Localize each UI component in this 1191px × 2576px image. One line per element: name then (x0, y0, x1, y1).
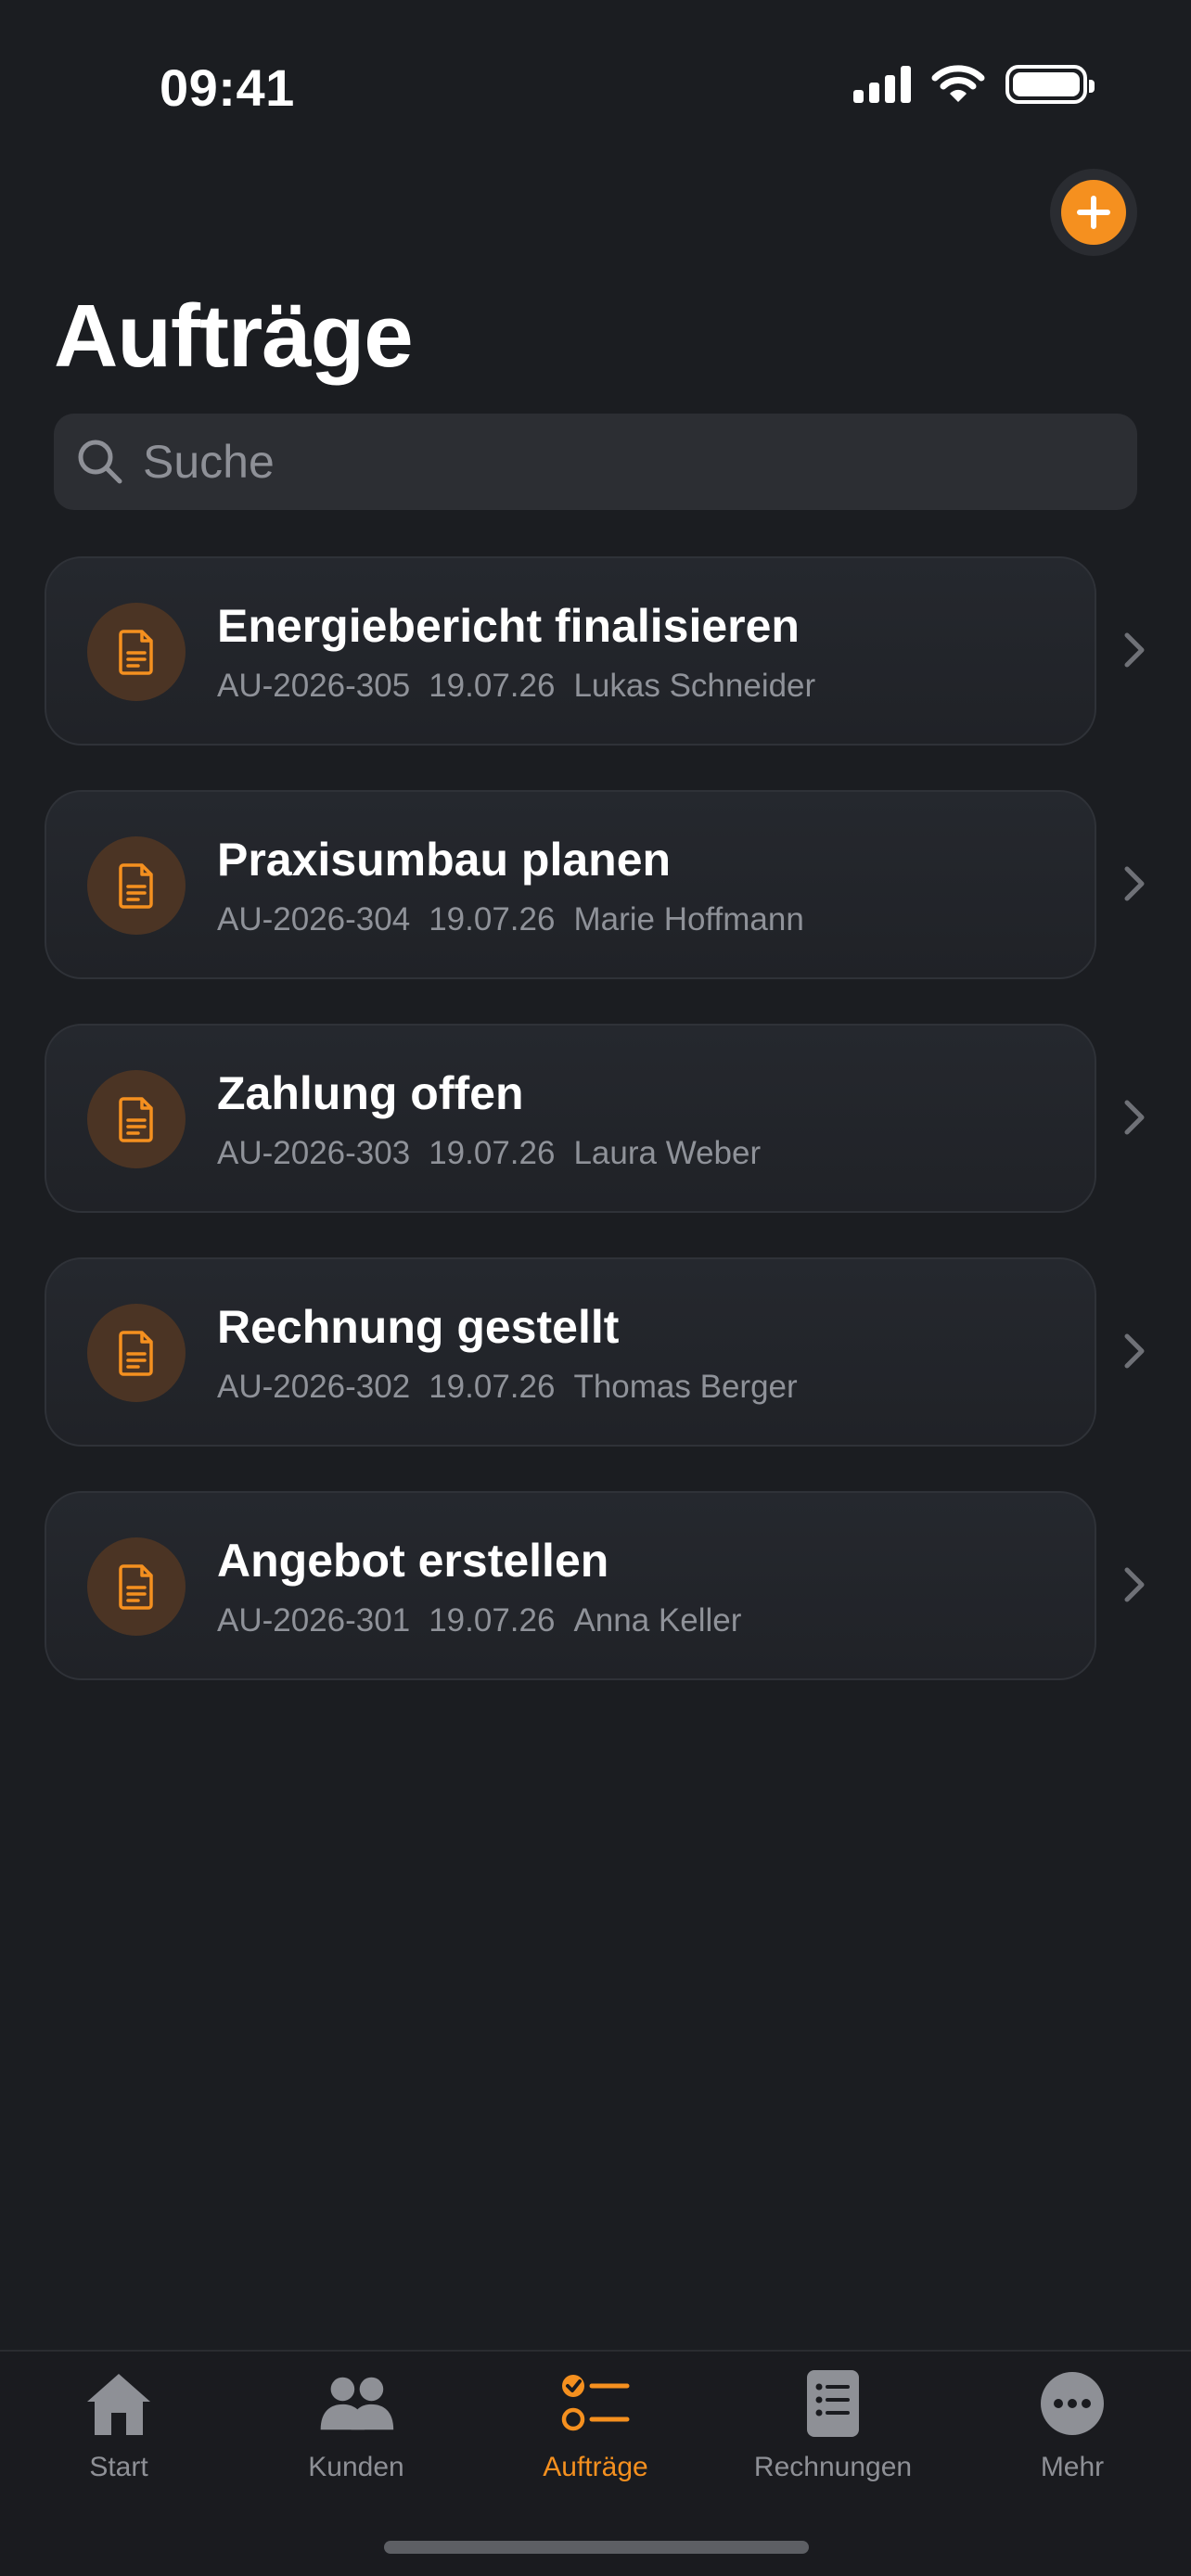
order-row[interactable]: Rechnung gestellt AU-2026-302 19.07.26 T… (0, 1257, 1191, 1491)
order-row[interactable]: Angebot erstellen AU-2026-301 19.07.26 A… (0, 1491, 1191, 1725)
add-order-button[interactable] (1050, 169, 1137, 256)
tab-label: Rechnungen (753, 2452, 913, 2482)
plus-icon (1077, 196, 1110, 229)
order-meta: AU-2026-301 19.07.26 Anna Keller (217, 1602, 741, 1639)
chevron-right-icon (1124, 1333, 1145, 1369)
order-customer: Marie Hoffmann (573, 901, 804, 937)
more-icon (1041, 2372, 1104, 2435)
order-number: AU-2026-302 (217, 1369, 411, 1405)
order-date: 19.07.26 (429, 901, 556, 937)
order-card[interactable]: Rechnung gestellt AU-2026-302 19.07.26 T… (45, 1257, 1096, 1447)
order-meta: AU-2026-302 19.07.26 Thomas Berger (217, 1369, 798, 1406)
document-icon (87, 1304, 186, 1402)
tab-label: Kunden (308, 2452, 404, 2482)
order-row[interactable]: Zahlung offen AU-2026-303 19.07.26 Laura… (0, 1024, 1191, 1257)
document-icon (87, 1070, 186, 1168)
order-number: AU-2026-305 (217, 668, 411, 704)
order-meta: AU-2026-303 19.07.26 Laura Weber (217, 1135, 761, 1172)
order-number: AU-2026-304 (217, 901, 411, 937)
chevron-right-icon (1124, 1567, 1145, 1602)
tab-label: Aufträge (543, 2452, 648, 2482)
order-meta: AU-2026-305 19.07.26 Lukas Schneider (217, 668, 815, 705)
tab-mehr[interactable]: Mehr (970, 2366, 1174, 2496)
document-icon (87, 1537, 186, 1636)
home-indicator (384, 2541, 809, 2554)
order-title: Zahlung offen (217, 1067, 524, 1119)
status-time: 09:41 (160, 58, 295, 117)
wifi-icon (931, 65, 985, 102)
status-icons (853, 65, 1095, 104)
checklist-icon (561, 2375, 630, 2431)
tab-kunden[interactable]: Kunden (254, 2366, 458, 2496)
tab-start[interactable]: Start (17, 2366, 221, 2496)
chevron-right-icon (1124, 632, 1145, 668)
people-icon (320, 2377, 394, 2430)
search-icon (78, 440, 122, 484)
order-date: 19.07.26 (429, 1369, 556, 1405)
order-date: 19.07.26 (429, 1135, 556, 1171)
order-card[interactable]: Energiebericht finalisieren AU-2026-305 … (45, 556, 1096, 746)
order-card[interactable]: Angebot erstellen AU-2026-301 19.07.26 A… (45, 1491, 1096, 1680)
invoice-icon (807, 2370, 859, 2437)
search-input[interactable]: Suche (54, 414, 1137, 510)
order-list: Energiebericht finalisieren AU-2026-305 … (0, 556, 1191, 1725)
page-title: Aufträge (54, 287, 414, 386)
cellular-signal-icon (853, 66, 911, 103)
order-title: Energiebericht finalisieren (217, 600, 800, 652)
order-date: 19.07.26 (429, 668, 556, 704)
tab-auftraege[interactable]: Aufträge (493, 2366, 698, 2496)
search-placeholder: Suche (143, 436, 275, 488)
order-customer: Laura Weber (573, 1135, 762, 1171)
status-bar: 09:41 (0, 0, 1191, 167)
order-title: Rechnung gestellt (217, 1301, 620, 1353)
tab-label: Mehr (1040, 2452, 1105, 2482)
chevron-right-icon (1124, 866, 1145, 901)
order-meta: AU-2026-304 19.07.26 Marie Hoffmann (217, 901, 804, 938)
chevron-right-icon (1124, 1100, 1145, 1135)
tab-rechnungen[interactable]: Rechnungen (731, 2366, 935, 2496)
home-icon (87, 2374, 150, 2435)
order-title: Angebot erstellen (217, 1535, 609, 1587)
order-date: 19.07.26 (429, 1602, 556, 1639)
order-customer: Thomas Berger (573, 1369, 798, 1405)
order-card[interactable]: Praxisumbau planen AU-2026-304 19.07.26 … (45, 790, 1096, 979)
tab-label: Start (89, 2452, 148, 2482)
document-icon (87, 836, 186, 935)
order-card[interactable]: Zahlung offen AU-2026-303 19.07.26 Laura… (45, 1024, 1096, 1213)
order-title: Praxisumbau planen (217, 834, 672, 886)
order-number: AU-2026-303 (217, 1135, 411, 1171)
order-number: AU-2026-301 (217, 1602, 411, 1639)
order-row[interactable]: Energiebericht finalisieren AU-2026-305 … (0, 556, 1191, 790)
order-row[interactable]: Praxisumbau planen AU-2026-304 19.07.26 … (0, 790, 1191, 1024)
order-customer: Anna Keller (573, 1602, 742, 1639)
battery-icon (1005, 65, 1095, 104)
order-customer: Lukas Schneider (573, 668, 816, 704)
document-icon (87, 603, 186, 701)
